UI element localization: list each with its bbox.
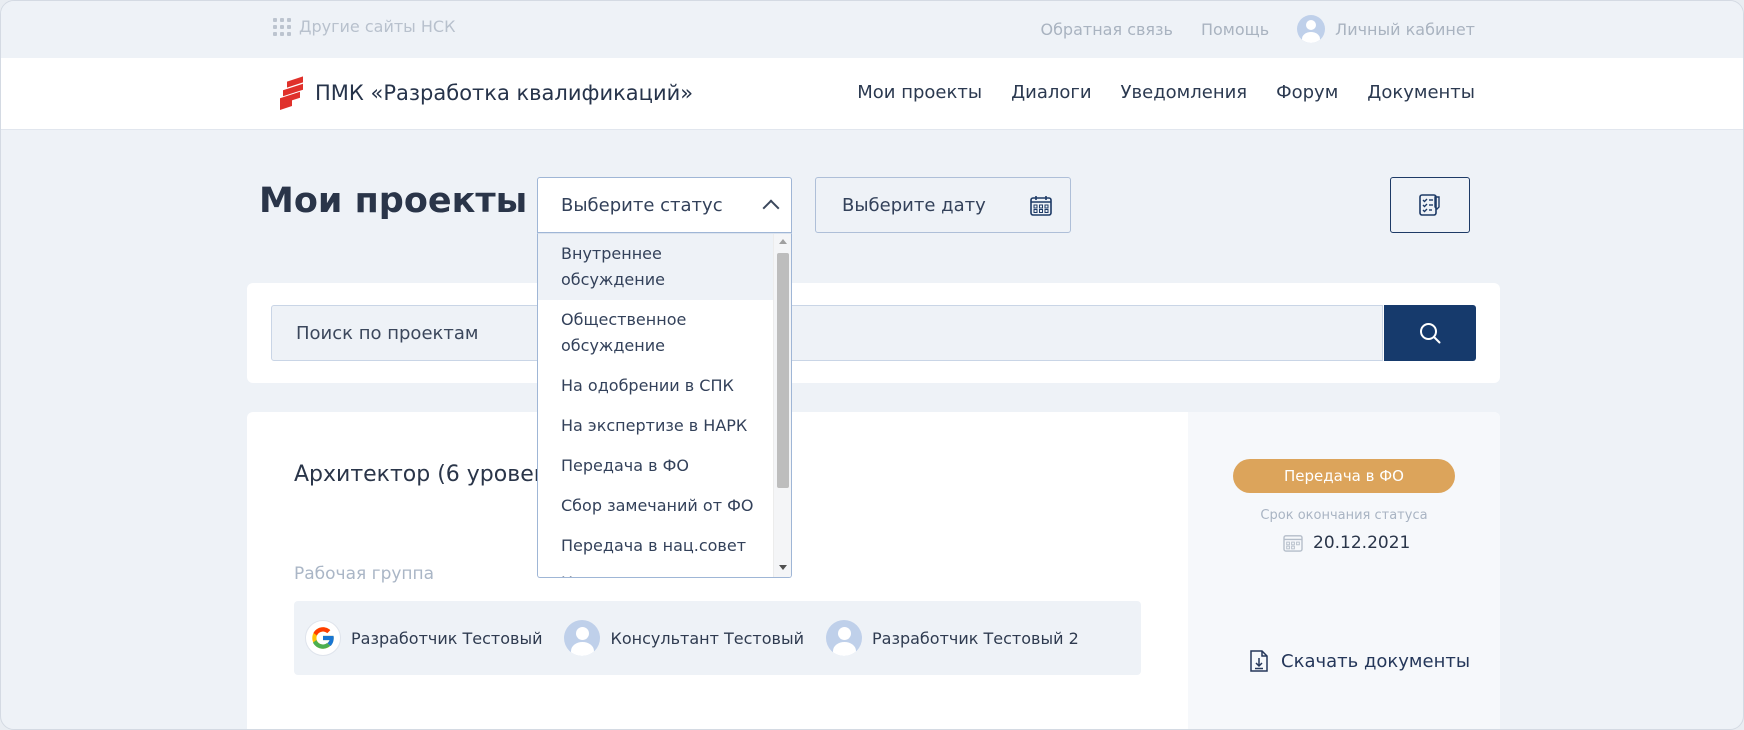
main-header: ПМК «Разработка квалификаций» Мои проект… [1,58,1743,130]
deadline: 20.12.2021 [1283,533,1410,553]
status-badge: Передача в ФО [1233,459,1455,493]
nav-item-dialogs[interactable]: Диалоги [1011,82,1091,103]
status-option[interactable]: Передача в нац.совет [538,526,773,566]
project-title[interactable]: Архитектор (6 уровень [294,462,561,487]
google-logo-icon [305,620,341,656]
nav-item-my-projects[interactable]: Мои проекты [857,82,982,103]
status-option[interactable]: Общественное обсуждение [538,300,773,366]
status-option[interactable]: На одобрении в СПК [538,366,773,406]
scroll-down-arrow-icon[interactable] [779,565,787,570]
member-item[interactable]: Консультант Тестовый [564,620,804,656]
feedback-link[interactable]: Обратная связь [1040,20,1173,39]
member-item[interactable]: Разработчик Тестовый 2 [826,620,1079,656]
top-utility-bar: Другие сайты НСК Обратная связь Помощь Л… [1,1,1743,58]
search-placeholder: Поиск по проектам [296,322,479,344]
app-frame: Другие сайты НСК Обратная связь Помощь Л… [0,0,1744,730]
member-name: Консультант Тестовый [610,628,804,648]
download-documents-label: Скачать документы [1281,650,1471,672]
page-title: Мои проекты [259,181,528,221]
member-name: Разработчик Тестовый 2 [872,628,1079,648]
top-links: Обратная связь Помощь Личный кабинет [1040,15,1475,43]
deadline-value: 20.12.2021 [1313,533,1411,553]
date-picker-label: Выберите дату [842,194,986,216]
download-document-icon [1250,650,1268,672]
other-sites-label: Другие сайты НСК [299,17,456,36]
brand-title: ПМК «Разработка квалификаций» [315,81,694,105]
brand-link[interactable]: ПМК «Разработка квалификаций» [279,76,694,110]
working-group-members: Разработчик Тестовый Консультант Тестовы… [294,601,1141,675]
status-option[interactable]: Н [538,566,773,577]
personal-cabinet-label: Личный кабинет [1335,19,1475,39]
search-panel: Поиск по проектам [247,283,1500,383]
project-status-panel: Передача в ФО Срок окончания статуса 20.… [1188,412,1500,729]
status-option[interactable]: Сбор замечаний от ФО [538,486,773,526]
other-sites-link[interactable]: Другие сайты НСК [273,17,455,36]
scroll-up-arrow-icon[interactable] [779,239,787,244]
download-documents-link[interactable]: Скачать документы [1249,649,1470,673]
calendar-icon [1283,535,1303,552]
dropdown-scrollbar[interactable] [773,234,791,577]
member-name: Разработчик Тестовый [351,628,543,648]
status-select-label: Выберите статус [561,194,723,216]
user-icon [1297,15,1326,43]
help-link[interactable]: Помощь [1201,20,1269,39]
scrollbar-thumb[interactable] [777,253,789,488]
search-icon [1420,323,1441,344]
personal-cabinet-link[interactable]: Личный кабинет [1297,15,1475,43]
search-input[interactable]: Поиск по проектам [271,305,1383,361]
main-nav: Мои проекты Диалоги Уведомления Форум До… [857,82,1475,103]
report-button[interactable] [1390,177,1470,233]
calendar-icon [1030,196,1052,216]
deadline-label: Срок окончания статуса [1260,508,1428,523]
status-select[interactable]: Выберите статус [537,177,792,233]
user-avatar-icon [564,620,601,656]
search-button[interactable] [1384,305,1476,361]
working-group-label: Рабочая группа [294,564,435,584]
chevron-up-icon [762,199,780,217]
status-option[interactable]: Передача в ФО [538,446,773,486]
member-item[interactable]: Разработчик Тестовый [305,620,542,656]
status-option[interactable]: Внутреннее обсуждение [538,234,773,300]
date-picker[interactable]: Выберите дату [815,177,1071,233]
project-card: Архитектор (6 уровень Рабочая группа Раз… [247,412,1500,729]
nav-item-documents[interactable]: Документы [1367,82,1475,103]
checklist-icon [1419,194,1440,216]
apps-grid-icon [273,17,291,36]
status-option[interactable]: На экспертизе в НАРК [538,406,773,446]
nav-item-notifications[interactable]: Уведомления [1121,82,1248,103]
status-options: Внутреннее обсуждение Общественное обсуж… [538,234,773,577]
status-dropdown-list: Внутреннее обсуждение Общественное обсуж… [537,233,792,578]
brand-logo-icon [279,76,305,110]
nav-item-forum[interactable]: Форум [1276,82,1338,103]
user-avatar-icon [826,620,862,656]
